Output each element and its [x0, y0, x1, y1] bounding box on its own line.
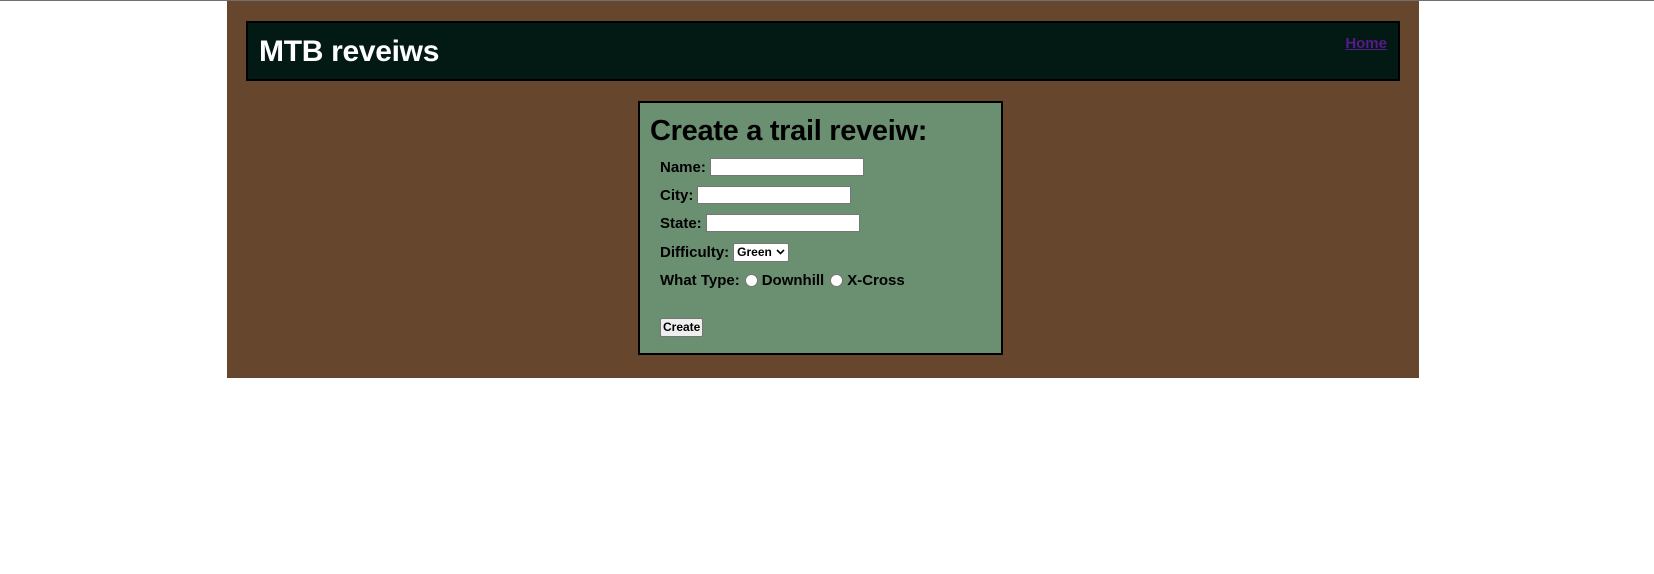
page-container: MTB reveiws Home Create a trail reveiw: … — [227, 1, 1419, 378]
create-button[interactable]: Create — [660, 318, 704, 337]
difficulty-label: Difficulty: — [660, 243, 730, 261]
type-label: What Type: — [660, 271, 740, 289]
site-header: MTB reveiws Home — [246, 21, 1400, 81]
x-cross-label: X-Cross — [847, 271, 905, 289]
site-title: MTB reveiws — [259, 35, 440, 68]
city-label: City: — [660, 186, 694, 204]
review-form: Create a trail reveiw: Name: City: State… — [638, 101, 1003, 355]
type-row: What Type: Downhill X-Cross — [660, 268, 910, 292]
x-cross-radio[interactable] — [830, 273, 844, 287]
downhill-radio[interactable] — [744, 273, 758, 287]
name-label: Name: — [660, 158, 706, 176]
city-input[interactable] — [697, 186, 852, 204]
name-input[interactable] — [709, 158, 864, 176]
difficulty-row: Difficulty: Green — [660, 240, 789, 264]
state-input[interactable] — [705, 214, 860, 232]
home-link[interactable]: Home — [1345, 35, 1387, 53]
difficulty-select[interactable]: Green — [733, 242, 789, 262]
downhill-label: Downhill — [761, 271, 825, 289]
chevron-down-icon — [776, 247, 785, 258]
state-label: State: — [660, 214, 702, 232]
name-row: Name: — [660, 155, 864, 179]
difficulty-selected-value: Green — [737, 245, 772, 259]
form-title: Create a trail reveiw: — [650, 115, 928, 147]
state-row: State: — [660, 211, 860, 235]
city-row: City: — [660, 183, 852, 207]
